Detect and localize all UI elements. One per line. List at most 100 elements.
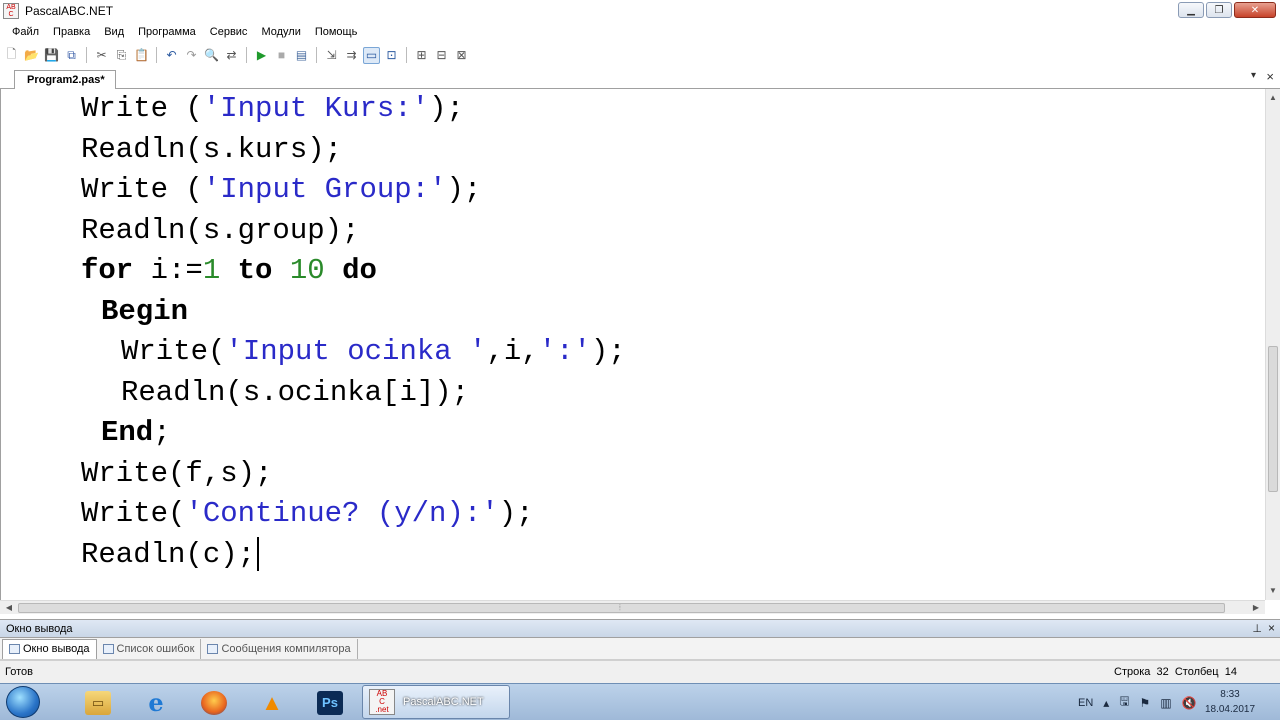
new-file-button[interactable]: 🗋: [3, 47, 20, 64]
device-icon[interactable]: 🖫: [1119, 692, 1129, 713]
pascalabc-icon: AB C .net: [369, 689, 395, 715]
save-button[interactable]: 💾: [43, 47, 60, 64]
paste-button[interactable]: 📋: [133, 47, 150, 64]
clock[interactable]: 8:33 18.04.2017: [1200, 687, 1260, 717]
tab-program2[interactable]: Program2.pas*: [14, 70, 116, 89]
code-text: );: [590, 335, 626, 368]
taskbar-internet-explorer[interactable]: e: [130, 687, 182, 718]
copy-icon: ⎘: [116, 47, 127, 62]
volume-muted-icon[interactable]: 🔇: [1182, 696, 1197, 710]
tab-compiler-messages[interactable]: Сообщения компилятора: [201, 638, 358, 659]
taskbar-photoshop[interactable]: Ps: [304, 687, 356, 718]
breakpoints-icon: ⊠: [456, 48, 467, 62]
menu-program[interactable]: Программа: [131, 26, 203, 38]
vertical-scrollbar[interactable]: ▲ ▼: [1265, 89, 1280, 600]
flag-icon[interactable]: ⚑: [1140, 696, 1151, 710]
code-string: 'Continue? (y/n):': [185, 497, 499, 530]
open-button[interactable]: 📂: [23, 47, 40, 64]
tab-list-chevron-icon[interactable]: ▾: [1251, 70, 1256, 81]
taskbar-explorer[interactable]: ▭: [72, 687, 124, 718]
maximize-button[interactable]: ❐: [1206, 2, 1232, 18]
start-button[interactable]: [6, 686, 40, 718]
minimize-button[interactable]: ▁: [1178, 2, 1204, 18]
code-line[interactable]: Readln(s.ocinka[i]);: [121, 375, 469, 411]
horizontal-scrollbar[interactable]: ◀ ⦙ ▶: [0, 600, 1265, 614]
compiler-messages-icon: [207, 643, 219, 654]
tab-label: Список ошибок: [116, 642, 195, 655]
code-line[interactable]: Readln(s.kurs);: [81, 132, 342, 168]
internet-explorer-icon: e: [148, 688, 164, 717]
language-indicator[interactable]: EN: [1078, 697, 1093, 709]
menu-file[interactable]: Файл: [5, 26, 46, 38]
code-line[interactable]: End;: [101, 415, 171, 451]
replace-button[interactable]: ⇄: [223, 47, 240, 64]
code-line[interactable]: Begin: [101, 294, 188, 330]
code-string: 'Input Kurs:': [202, 92, 430, 125]
toolbar-separator: [406, 47, 407, 63]
scroll-down-icon[interactable]: ▼: [1266, 584, 1280, 598]
watch-button[interactable]: ⊞: [413, 47, 430, 64]
code-number: 1: [202, 254, 221, 287]
locals-button[interactable]: ⊟: [433, 47, 450, 64]
watch-icon: ⊞: [416, 48, 427, 62]
code-line[interactable]: Write ('Input Group:');: [81, 172, 481, 208]
code-line[interactable]: Write('Input ocinka ',i,':');: [121, 334, 626, 370]
tab-error-list[interactable]: Список ошибок: [97, 638, 202, 659]
menu-modules[interactable]: Модули: [254, 26, 307, 38]
code-text: ;: [153, 416, 171, 449]
code-line[interactable]: for i:=1 to 10 do: [81, 253, 377, 289]
open-icon: 📂: [24, 48, 39, 62]
code-text: );: [498, 497, 534, 530]
pin-icon[interactable]: ⊥: [1252, 622, 1262, 635]
vlc-icon: ▲: [261, 689, 283, 715]
code-keyword: Begin: [101, 294, 189, 328]
code-line[interactable]: Write('Continue? (y/n):');: [81, 496, 534, 532]
close-button[interactable]: ✕: [1234, 2, 1276, 18]
tab-close-icon[interactable]: ×: [1266, 69, 1274, 84]
compile-button[interactable]: ▤: [293, 47, 310, 64]
step-into-button[interactable]: ⇲: [323, 47, 340, 64]
menu-edit[interactable]: Правка: [46, 26, 97, 38]
code-editor[interactable]: Write ('Input Kurs:'); Readln(s.kurs); Wri…: [0, 89, 1265, 600]
step-over-button[interactable]: ⇉: [343, 47, 360, 64]
copy-button[interactable]: ⎘: [113, 47, 130, 64]
paste-icon: 📋: [134, 48, 149, 62]
panel-close-icon[interactable]: ×: [1268, 621, 1275, 635]
output-window-button[interactable]: ▭: [363, 46, 380, 64]
menu-service[interactable]: Сервис: [203, 26, 255, 38]
scroll-left-icon[interactable]: ◀: [2, 601, 16, 615]
code-line[interactable]: Write(f,s);: [81, 456, 272, 492]
code-line[interactable]: Readln(c);: [81, 536, 260, 573]
output-window-icon: ▭: [365, 48, 378, 62]
menu-bar: Файл Правка Вид Программа Сервис Модули …: [0, 22, 1280, 42]
code-text: ,i,: [486, 335, 539, 368]
taskbar-vlc[interactable]: ▲: [246, 687, 298, 718]
status-bar: Готов Строка 32 Столбец 14: [0, 660, 1280, 683]
code-line[interactable]: Write ('Input Kurs:');: [81, 91, 464, 127]
run-button[interactable]: ▶: [253, 47, 270, 64]
breakpoints-button[interactable]: ⊠: [453, 47, 470, 64]
scroll-up-icon[interactable]: ▲: [1266, 91, 1280, 105]
stop-button[interactable]: ■: [273, 47, 290, 64]
vertical-scroll-thumb[interactable]: [1268, 346, 1278, 492]
horizontal-scroll-thumb[interactable]: ⦙: [18, 603, 1225, 613]
debug-button[interactable]: ⊡: [383, 47, 400, 64]
scroll-right-icon[interactable]: ▶: [1249, 601, 1263, 615]
code-text: Readln(s.kurs);: [81, 132, 343, 166]
find-button[interactable]: 🔍: [203, 47, 220, 64]
show-hidden-icons-icon[interactable]: ▴: [1103, 696, 1109, 710]
taskbar-firefox[interactable]: [188, 687, 240, 718]
code-string: ':': [538, 335, 591, 368]
taskbar-pascalabc[interactable]: AB C .net PascalABC.NET: [362, 685, 510, 719]
redo-button[interactable]: ↷: [183, 47, 200, 64]
save-all-button[interactable]: ⧉: [63, 47, 80, 64]
tab-output-window[interactable]: Окно вывода: [2, 638, 97, 659]
code-line[interactable]: Readln(s.group);: [81, 213, 359, 249]
undo-button[interactable]: ↶: [163, 47, 180, 64]
undo-icon: ↶: [166, 48, 177, 62]
minimize-icon: ▁: [1187, 4, 1195, 16]
network-icon[interactable]: ▥: [1160, 696, 1171, 710]
menu-view[interactable]: Вид: [97, 26, 131, 38]
menu-help[interactable]: Помощь: [308, 26, 365, 38]
cut-button[interactable]: ✂: [93, 47, 110, 64]
